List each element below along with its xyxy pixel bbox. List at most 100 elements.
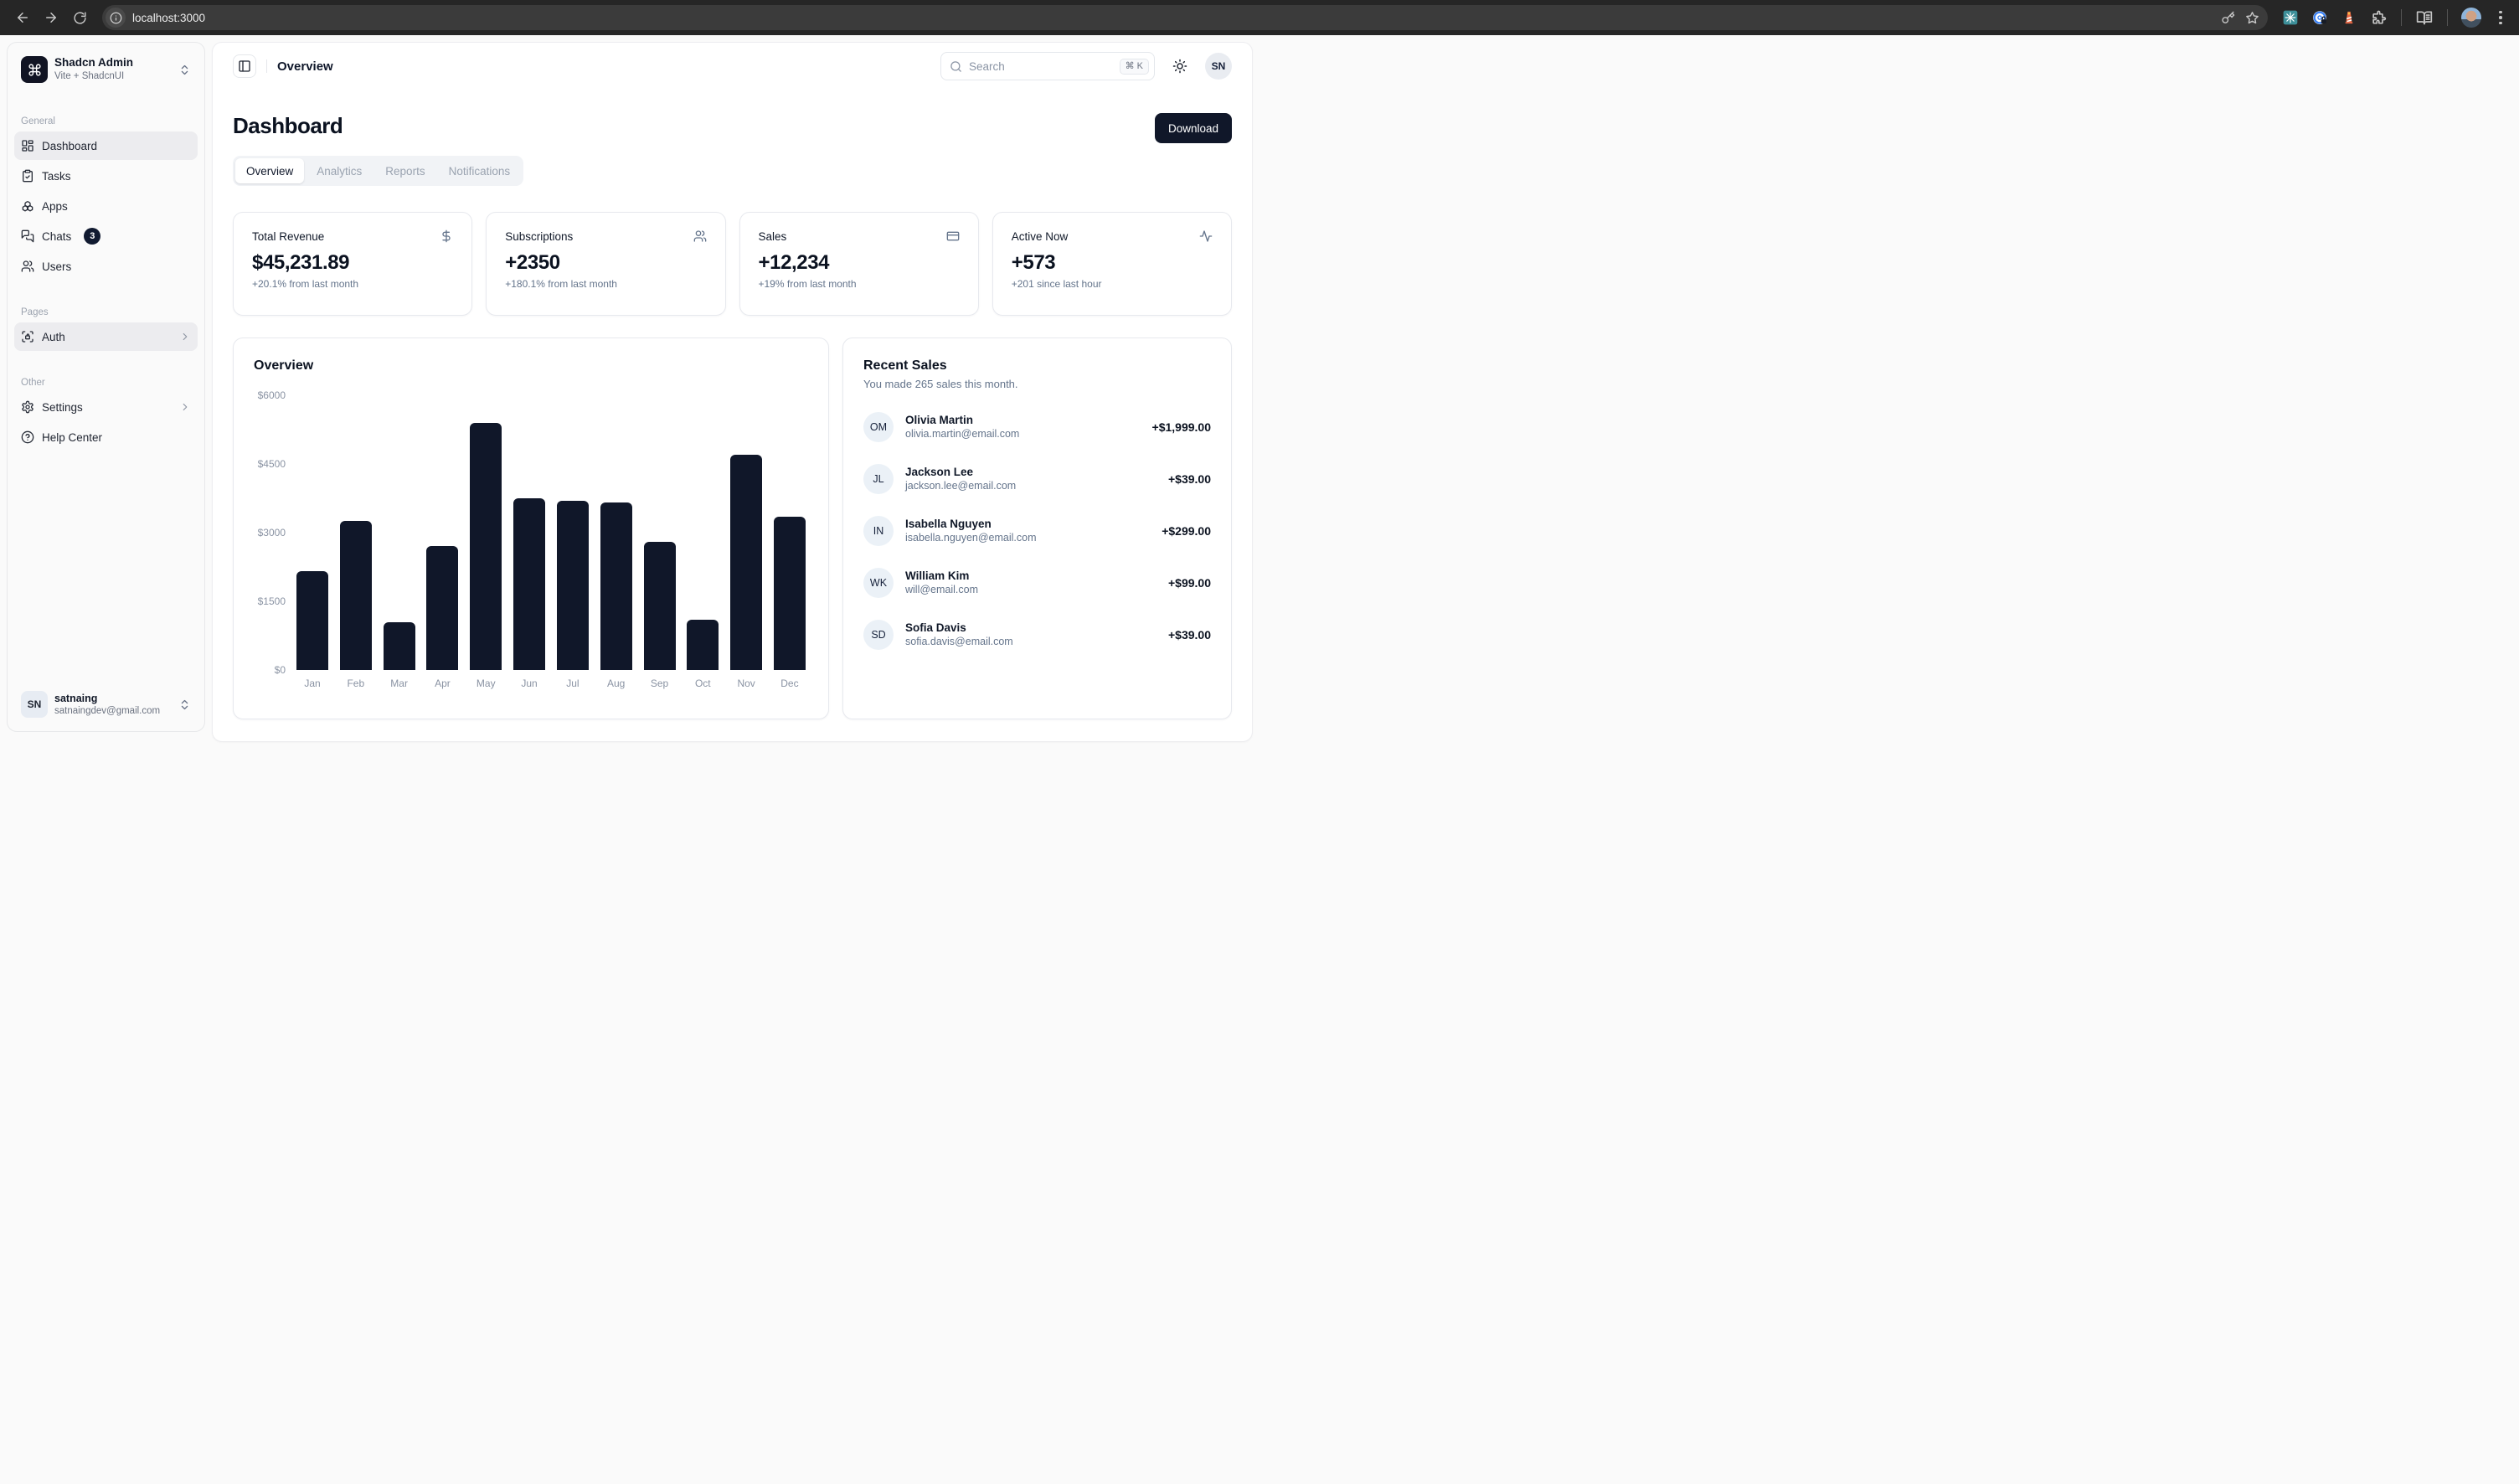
address-bar[interactable]: localhost:3000	[102, 5, 2268, 30]
sale-row: WK William Kim will@email.com +$99.00	[863, 568, 1211, 598]
sale-row: OM Olivia Martin olivia.martin@email.com…	[863, 412, 1211, 442]
avatar: JL	[863, 464, 894, 494]
extensions-puzzle-icon[interactable]	[2369, 8, 2388, 27]
extension-password-manager-icon[interactable]	[2310, 8, 2329, 27]
team-name: Shadcn Admin	[54, 56, 172, 70]
x-tick-label: Apr	[425, 678, 459, 689]
user-menu[interactable]: SN satnaing satnaingdev@gmail.com	[14, 684, 198, 724]
chart-plot	[294, 395, 808, 670]
chevrons-up-down-icon	[178, 64, 191, 76]
chart-x-axis: JanFebMarAprMayJunJulAugSepOctNovDec	[294, 678, 808, 689]
stat-title: Active Now	[1012, 230, 1069, 243]
team-plan: Vite + ShadcnUI	[54, 70, 172, 83]
back-button[interactable]	[10, 5, 35, 30]
tab-reports[interactable]: Reports	[374, 158, 435, 183]
theme-toggle-button[interactable]	[1167, 53, 1193, 80]
x-tick-label: Dec	[773, 678, 806, 689]
sidebar-item-dashboard[interactable]: Dashboard	[14, 131, 198, 160]
bookmark-star-icon[interactable]	[2245, 11, 2259, 25]
extension-teal-icon[interactable]	[2281, 8, 2300, 27]
stat-note: +201 since last hour	[1012, 278, 1213, 290]
download-button[interactable]: Download	[1155, 113, 1232, 143]
sidebar-item-apps[interactable]: Apps	[14, 192, 198, 220]
sidebar-item-label: Settings	[42, 401, 83, 414]
page-title: Dashboard	[233, 113, 343, 139]
x-tick-label: Feb	[339, 678, 373, 689]
tab-analytics[interactable]: Analytics	[306, 158, 373, 183]
tab-overview[interactable]: Overview	[235, 158, 304, 183]
tab-notifications[interactable]: Notifications	[438, 158, 522, 183]
y-tick-label: $6000	[258, 389, 286, 401]
site-info-icon[interactable]	[106, 8, 126, 28]
x-tick-label: May	[469, 678, 502, 689]
sidebar-item-users[interactable]: Users	[14, 252, 198, 281]
sale-name: Jackson Lee	[905, 465, 1156, 480]
app-shell: Shadcn Admin Vite + ShadcnUI General Das…	[0, 35, 2519, 1484]
reading-list-icon[interactable]	[2415, 8, 2434, 27]
chevron-right-icon	[179, 331, 191, 343]
sidebar-item-label: Auth	[42, 331, 65, 343]
sidebar-nav: General Dashboard Tasks	[14, 113, 198, 451]
bar-column	[469, 395, 502, 670]
chart-y-axis: $0$1500$3000$4500$6000	[254, 395, 294, 670]
dashboard-icon	[21, 139, 34, 152]
sidebar: Shadcn Admin Vite + ShadcnUI General Das…	[7, 42, 205, 732]
stat-card-sales: Sales +12,234 +19% from last month	[739, 212, 979, 316]
users-icon	[693, 229, 707, 243]
chats-badge: 3	[84, 228, 100, 245]
sidebar-item-settings[interactable]: Settings	[14, 393, 198, 421]
tabs-bar: Overview Analytics Reports Notifications	[233, 156, 523, 186]
stat-card-active-now: Active Now +573 +201 since last hour	[992, 212, 1232, 316]
search-placeholder: Search	[969, 60, 1113, 73]
sale-amount: +$299.00	[1162, 524, 1211, 538]
main-panel: Overview Search ⌘ K SN Dashboard Downloa…	[212, 42, 1253, 742]
sidebar-item-tasks[interactable]: Tasks	[14, 162, 198, 190]
stat-value: $45,231.89	[252, 251, 453, 275]
avatar: WK	[863, 568, 894, 598]
recent-sales-card: Recent Sales You made 265 sales this mon…	[842, 338, 1232, 719]
activity-icon	[1199, 229, 1213, 243]
team-switcher[interactable]: Shadcn Admin Vite + ShadcnUI	[14, 49, 198, 90]
sale-amount: +$1,999.00	[1152, 420, 1211, 434]
chart-bar	[384, 622, 415, 670]
browser-profile-avatar[interactable]	[2461, 8, 2481, 28]
reload-button[interactable]	[67, 5, 92, 30]
chart-bar	[687, 620, 719, 670]
stat-note: +20.1% from last month	[252, 278, 453, 290]
avatar: IN	[863, 516, 894, 546]
stat-title: Total Revenue	[252, 230, 324, 243]
stat-note: +180.1% from last month	[505, 278, 706, 290]
stat-card-total-revenue: Total Revenue $45,231.89 +20.1% from las…	[233, 212, 472, 316]
forward-button[interactable]	[39, 5, 64, 30]
chart-bar	[600, 502, 632, 670]
sidebar-toggle-button[interactable]	[233, 54, 256, 78]
stat-value: +2350	[505, 251, 706, 275]
tasks-icon	[21, 169, 34, 183]
browser-menu-kebab-icon[interactable]	[2492, 11, 2509, 25]
sale-email: sofia.davis@email.com	[905, 635, 1156, 649]
command-icon	[21, 56, 48, 83]
chart-bar	[340, 521, 372, 670]
sidebar-item-auth[interactable]: Auth	[14, 322, 198, 351]
sidebar-item-chats[interactable]: Chats 3	[14, 222, 198, 250]
search-input[interactable]: Search ⌘ K	[940, 52, 1155, 80]
url-text: localhost:3000	[132, 12, 2211, 24]
section-label-general: General	[14, 113, 198, 131]
auth-lock-icon	[21, 330, 34, 343]
sidebar-item-label: Dashboard	[42, 140, 97, 152]
stat-cards-row: Total Revenue $45,231.89 +20.1% from las…	[233, 212, 1232, 316]
sale-row: IN Isabella Nguyen isabella.nguyen@email…	[863, 516, 1211, 546]
extension-lighthouse-icon[interactable]	[2340, 8, 2358, 27]
sale-amount: +$39.00	[1168, 472, 1211, 486]
stat-note: +19% from last month	[759, 278, 960, 290]
y-tick-label: $0	[275, 664, 286, 676]
stat-value: +573	[1012, 251, 1213, 275]
header-divider	[266, 59, 267, 73]
search-shortcut-kbd: ⌘ K	[1120, 59, 1149, 75]
sun-icon	[1172, 59, 1187, 74]
bar-column	[729, 395, 763, 670]
bar-column	[686, 395, 719, 670]
password-key-icon[interactable]	[2221, 11, 2235, 25]
profile-avatar[interactable]: SN	[1205, 53, 1232, 80]
sidebar-item-help-center[interactable]: Help Center	[14, 423, 198, 451]
